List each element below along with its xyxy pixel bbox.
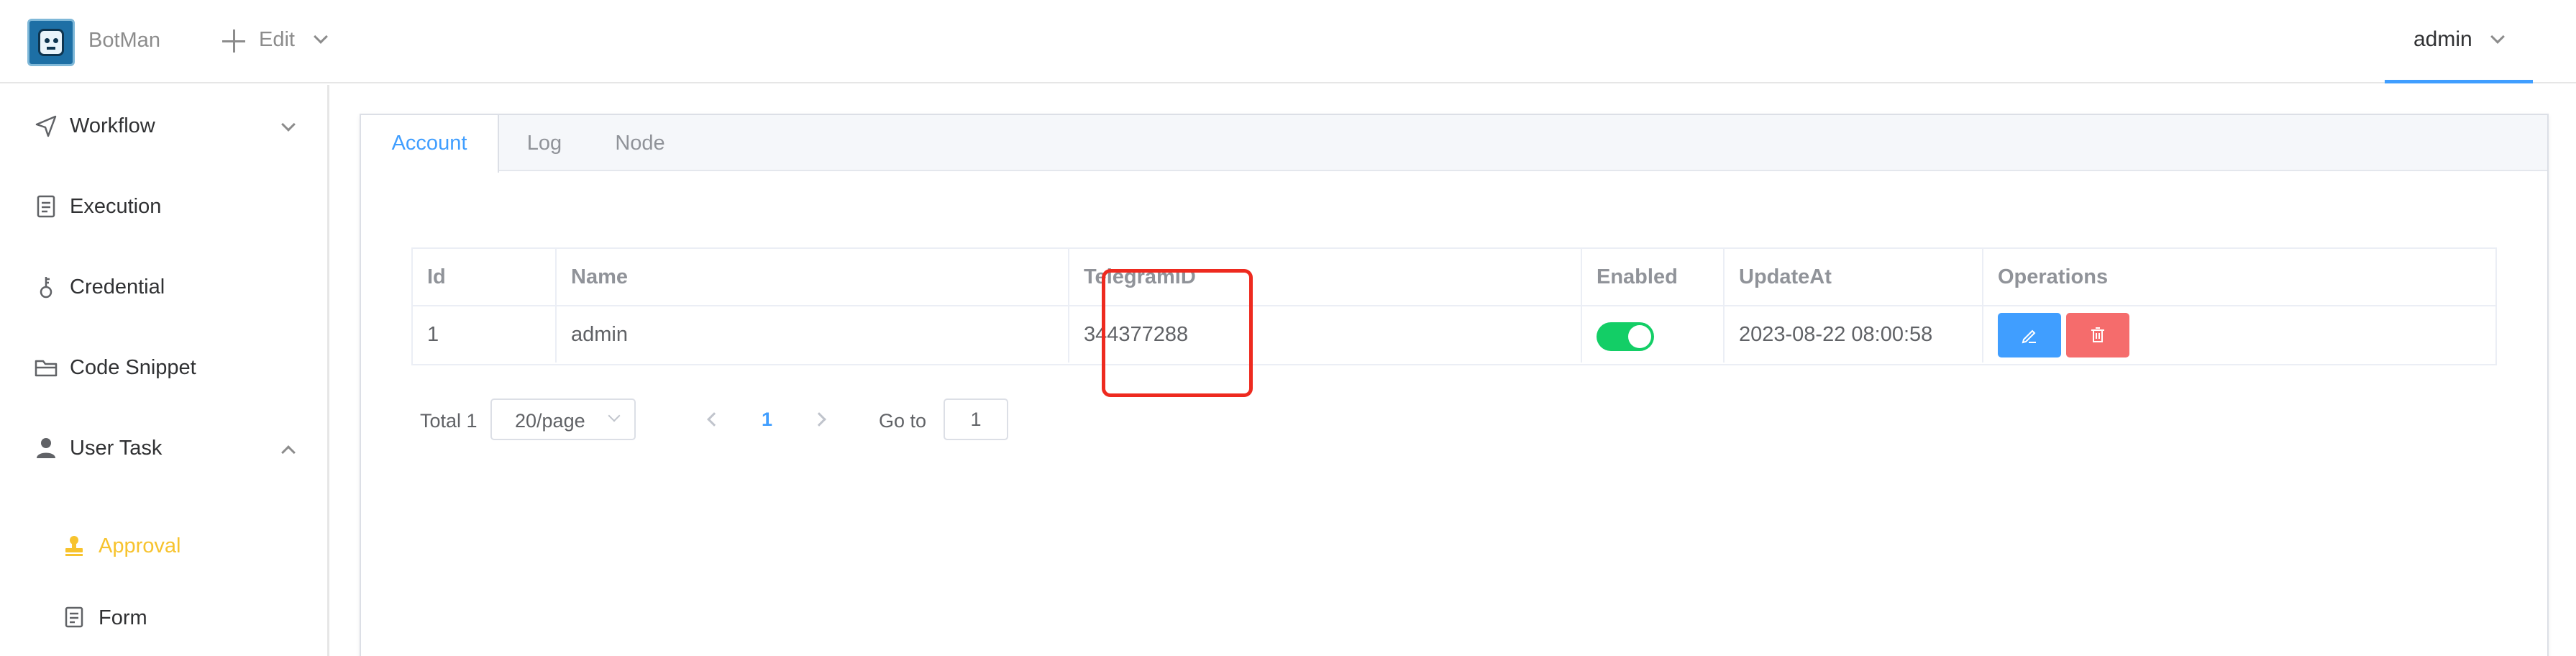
chevron-up-icon xyxy=(281,445,296,460)
main-content: Account Log Node Id Name TelegramID Enab… xyxy=(331,85,2576,656)
next-page-icon[interactable] xyxy=(812,412,826,427)
tab-bar: Account Log Node xyxy=(361,115,2547,173)
enabled-toggle[interactable] xyxy=(1597,322,1654,351)
key-icon xyxy=(40,277,52,299)
folder-icon xyxy=(35,360,58,377)
stamp-icon xyxy=(65,536,83,556)
sidebar-item-execution[interactable]: Execution xyxy=(0,174,327,239)
sidebar-item-label: Credential xyxy=(70,275,165,299)
tabs-card: Account Log Node Id Name TelegramID Enab… xyxy=(360,114,2549,656)
accounts-table: Id Name TelegramID Enabled UpdateAt Oper… xyxy=(411,247,2497,365)
robot-icon xyxy=(38,29,64,56)
sidebar-item-label: Code Snippet xyxy=(70,356,196,379)
table-row: 1 admin 344377288 2023-08-22 08:00:58 xyxy=(413,306,2495,364)
sidebar-item-workflow[interactable]: Workflow xyxy=(0,94,327,158)
sidebar-item-label: Approval xyxy=(99,534,181,557)
sidebar-item-credential[interactable]: Credential xyxy=(0,255,327,319)
app-name[interactable]: BotMan xyxy=(88,29,160,53)
cell-id: 1 xyxy=(413,306,557,363)
pagination: Total 1 20/page 1 Go to 1 xyxy=(411,398,1059,442)
column-header-name: Name xyxy=(557,249,1069,305)
top-header: BotMan Edit admin xyxy=(0,0,2576,83)
page-size-value: 20/page xyxy=(515,410,585,432)
sidebar-subitem-approval[interactable]: Approval xyxy=(0,512,327,577)
highlight-box xyxy=(1102,269,1253,397)
user-name[interactable]: admin xyxy=(2413,27,2472,52)
edit-menu[interactable]: Edit xyxy=(259,28,295,52)
sidebar-item-label: User Task xyxy=(70,437,163,460)
column-header-id: Id xyxy=(413,249,557,305)
chevron-down-icon xyxy=(608,409,621,422)
chevron-down-icon[interactable] xyxy=(2490,29,2505,44)
column-header-enabled: Enabled xyxy=(1582,249,1725,305)
goto-page-input[interactable]: 1 xyxy=(944,398,1008,440)
botman-logo[interactable] xyxy=(27,19,75,66)
tab-node[interactable]: Node xyxy=(590,115,690,171)
user-icon xyxy=(37,438,55,458)
goto-label: Go to xyxy=(879,410,927,432)
sidebar-item-label: Execution xyxy=(70,195,162,218)
cell-enabled xyxy=(1582,306,1725,363)
current-page[interactable]: 1 xyxy=(762,409,772,431)
sidebar-item-label: Workflow xyxy=(70,114,155,137)
prev-page-icon[interactable] xyxy=(707,412,721,427)
chevron-down-icon xyxy=(281,117,296,132)
pagination-total: Total 1 xyxy=(420,410,478,432)
cell-operations xyxy=(1983,306,2495,363)
tab-account[interactable]: Account xyxy=(361,115,499,173)
cell-name: admin xyxy=(557,306,1069,363)
column-header-update-at: UpdateAt xyxy=(1725,249,1983,305)
user-menu[interactable]: admin xyxy=(2385,0,2533,83)
sidebar-item-user-task[interactable]: User Task xyxy=(0,416,327,480)
edit-icon xyxy=(2022,329,2036,344)
delete-button[interactable] xyxy=(2066,313,2129,357)
form-icon xyxy=(65,606,83,628)
navigation-icon xyxy=(35,115,57,137)
chevron-down-icon[interactable] xyxy=(314,29,328,44)
document-icon xyxy=(37,195,55,218)
column-header-operations: Operations xyxy=(1998,265,2109,288)
sidebar: Workflow Execution Credential Code Snipp… xyxy=(0,85,329,656)
page-size-select[interactable]: 20/page xyxy=(490,398,636,440)
sidebar-item-label: Form xyxy=(99,606,147,629)
trash-icon xyxy=(2091,327,2104,342)
edit-button[interactable] xyxy=(1998,313,2061,357)
plus-icon[interactable] xyxy=(222,29,245,53)
tab-log[interactable]: Log xyxy=(499,115,590,171)
sidebar-item-code-snippet[interactable]: Code Snippet xyxy=(0,335,327,400)
sidebar-subitem-form[interactable]: Form xyxy=(0,584,327,649)
cell-update-at: 2023-08-22 08:00:58 xyxy=(1725,306,1983,363)
table-header-row: Id Name TelegramID Enabled UpdateAt Oper… xyxy=(413,249,2495,306)
